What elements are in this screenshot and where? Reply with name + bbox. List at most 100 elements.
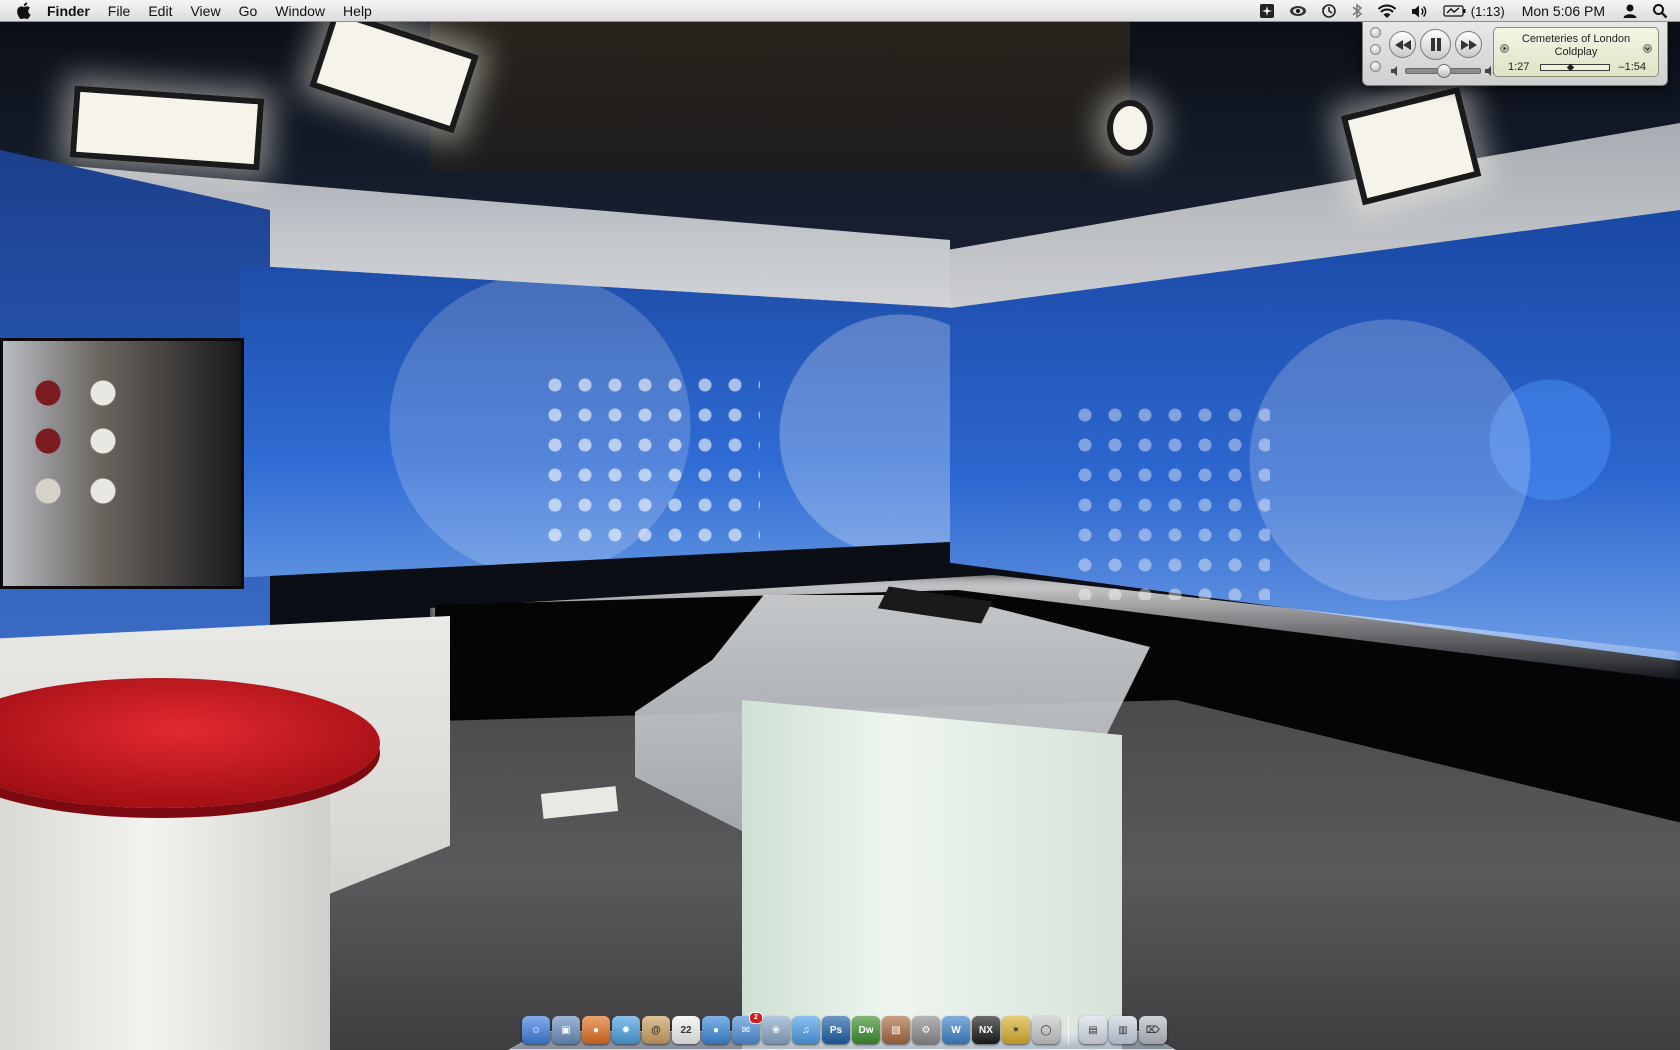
next-track-button[interactable] bbox=[1455, 31, 1482, 58]
dock-address-book-icon[interactable]: @ bbox=[642, 1016, 670, 1044]
menu-window[interactable]: Window bbox=[266, 0, 334, 22]
apple-menu[interactable] bbox=[0, 0, 38, 22]
dock-ichat-icon[interactable]: ● bbox=[702, 1016, 730, 1044]
track-artist: Coldplay bbox=[1554, 46, 1598, 58]
fast-forward-icon bbox=[1460, 39, 1477, 50]
dock-system-preferences-icon[interactable]: ⚙ bbox=[912, 1016, 940, 1044]
playback-progress-bar[interactable] bbox=[1540, 63, 1610, 72]
dock-textwrangler-icon[interactable]: W bbox=[942, 1016, 970, 1044]
menu-extra-battery[interactable]: (1:13) bbox=[1436, 0, 1512, 22]
dock-icon-glyph: ✶ bbox=[1011, 1024, 1021, 1036]
minimize-button[interactable] bbox=[1370, 44, 1381, 55]
battery-time: (1:13) bbox=[1470, 3, 1505, 19]
dock-separator bbox=[1068, 1014, 1069, 1044]
menu-extra-spotlight[interactable] bbox=[1645, 0, 1680, 22]
elapsed-time: 1:27 bbox=[1508, 61, 1530, 73]
menu-bar: Finder File Edit View Go Window Help (1:… bbox=[0, 0, 1680, 22]
wallpaper-dot-pattern bbox=[540, 370, 760, 550]
dock-image-app-icon[interactable]: ▧ bbox=[882, 1016, 910, 1044]
dock-icon-glyph: Ps bbox=[829, 1024, 843, 1036]
desktop: Finder File Edit View Go Window Help (1:… bbox=[0, 0, 1680, 1050]
rewind-icon bbox=[1394, 39, 1411, 50]
close-button[interactable] bbox=[1370, 27, 1381, 38]
itunes-mini-player: Cemeteries of London Coldplay 1:27 –1:54 bbox=[1362, 22, 1668, 86]
transport-controls bbox=[1389, 29, 1482, 60]
wallpaper-table-base bbox=[0, 780, 330, 1050]
dock-icon-glyph: ♫ bbox=[802, 1024, 810, 1036]
menu-extra-app[interactable] bbox=[1252, 0, 1282, 22]
wallpaper-studio-lamp bbox=[69, 85, 265, 171]
dock-icon-glyph: ▤ bbox=[1088, 1024, 1098, 1036]
dock-icon-glyph: ⚙ bbox=[921, 1024, 931, 1036]
dock-documents-stack-icon[interactable]: ▤ bbox=[1079, 1016, 1107, 1044]
pause-icon bbox=[1430, 38, 1441, 51]
wallpaper-monitor bbox=[0, 338, 244, 589]
dock-iphoto-icon[interactable]: ❀ bbox=[762, 1016, 790, 1044]
volume-slider-knob[interactable] bbox=[1437, 64, 1451, 78]
dock-preview-icon[interactable]: ▣ bbox=[552, 1016, 580, 1044]
menu-extra-volume[interactable] bbox=[1404, 0, 1436, 22]
dock-icon-glyph: ▧ bbox=[891, 1024, 901, 1036]
dock-icon-glyph: ☺ bbox=[530, 1024, 542, 1036]
menu-extras: (1:13) Mon 5:06 PM bbox=[1252, 0, 1680, 22]
eye-icon bbox=[1289, 6, 1306, 16]
dock-icon-glyph: ◯ bbox=[1040, 1024, 1052, 1036]
menu-file[interactable]: File bbox=[99, 0, 140, 22]
desktop-wallpaper bbox=[0, 0, 1680, 1050]
wifi-icon bbox=[1377, 4, 1396, 18]
menu-extra-time-machine[interactable] bbox=[1314, 0, 1344, 22]
menu-extra-wifi[interactable] bbox=[1370, 0, 1404, 22]
zoom-button[interactable] bbox=[1370, 61, 1381, 72]
dock-mail-icon[interactable]: ✉ 2 bbox=[732, 1012, 763, 1044]
playback-position-marker[interactable] bbox=[1567, 63, 1575, 72]
dock-utility-app-icon[interactable]: ✶ bbox=[1002, 1016, 1030, 1044]
dock-itunes-icon[interactable]: ♫ bbox=[792, 1016, 820, 1044]
menu-extra-user[interactable] bbox=[1615, 0, 1645, 22]
menu-extra-eye[interactable] bbox=[1282, 0, 1314, 22]
menu-extra-bluetooth[interactable] bbox=[1344, 0, 1370, 22]
dock-capture-nx2-icon[interactable]: NX bbox=[972, 1016, 1000, 1044]
dock-ipod-utility-icon[interactable]: ◯ bbox=[1032, 1016, 1060, 1044]
play-pause-button[interactable] bbox=[1420, 29, 1451, 60]
now-playing-display[interactable]: Cemeteries of London Coldplay 1:27 –1:54 bbox=[1493, 27, 1659, 77]
menu-edit[interactable]: Edit bbox=[139, 0, 181, 22]
track-title: Cemeteries of London bbox=[1521, 33, 1631, 45]
menu-view[interactable]: View bbox=[181, 0, 229, 22]
dock-icon-glyph: ● bbox=[592, 1024, 600, 1036]
user-icon bbox=[1623, 4, 1637, 18]
dock-icon-glyph: NX bbox=[979, 1024, 993, 1036]
dock-icon-glyph: Dw bbox=[858, 1024, 874, 1036]
dock-icon-glyph: ▥ bbox=[1118, 1024, 1128, 1036]
dock-firefox-icon[interactable]: ● bbox=[582, 1016, 610, 1044]
dock-downloads-stack-icon[interactable]: ▥ bbox=[1109, 1016, 1137, 1044]
battery-icon bbox=[1443, 5, 1466, 17]
menu-clock[interactable]: Mon 5:06 PM bbox=[1512, 0, 1615, 22]
dock-photoshop-icon[interactable]: Ps bbox=[822, 1016, 850, 1044]
dock-icon-glyph: ● bbox=[712, 1024, 720, 1036]
volume-slider[interactable] bbox=[1405, 64, 1481, 78]
dock-safari-icon[interactable]: ✹ bbox=[612, 1016, 640, 1044]
wallpaper-lighting-rig bbox=[430, 22, 1130, 172]
dock-trash-icon[interactable]: ⌦ bbox=[1139, 1016, 1167, 1044]
genius-icon[interactable] bbox=[1643, 44, 1652, 53]
dock-dreamweaver-icon[interactable]: Dw bbox=[852, 1016, 880, 1044]
dock-badge: 2 bbox=[749, 1012, 763, 1024]
menu-help[interactable]: Help bbox=[334, 0, 381, 22]
bluetooth-icon bbox=[1352, 3, 1362, 19]
play-indicator-icon bbox=[1500, 44, 1509, 53]
window-controls bbox=[1370, 27, 1382, 78]
previous-track-button[interactable] bbox=[1389, 31, 1416, 58]
dock-icon-glyph: ⌦ bbox=[1145, 1024, 1161, 1036]
wallpaper-studio-lamp bbox=[1107, 100, 1153, 156]
dock-icon-glyph: W bbox=[951, 1024, 961, 1036]
time-machine-icon bbox=[1321, 4, 1336, 18]
dock-icon-glyph: ✉ bbox=[741, 1024, 751, 1036]
dock-icon-glyph: ✹ bbox=[621, 1024, 631, 1036]
apple-icon bbox=[16, 2, 30, 19]
speaker-icon bbox=[1411, 5, 1427, 17]
menu-go[interactable]: Go bbox=[230, 0, 267, 22]
dock-finder-icon[interactable]: ☺ bbox=[522, 1016, 550, 1044]
dock: ☺ ▣ ● ✹ @22 ● ✉ 2 ❀ ♫ Ps Dw ▧ ⚙ W NX ✶ ◯ ▤ ▥ ⌦ bbox=[508, 1006, 1176, 1050]
menu-app-name[interactable]: Finder bbox=[38, 0, 99, 22]
dock-ical-icon[interactable]: 22 bbox=[672, 1016, 700, 1044]
